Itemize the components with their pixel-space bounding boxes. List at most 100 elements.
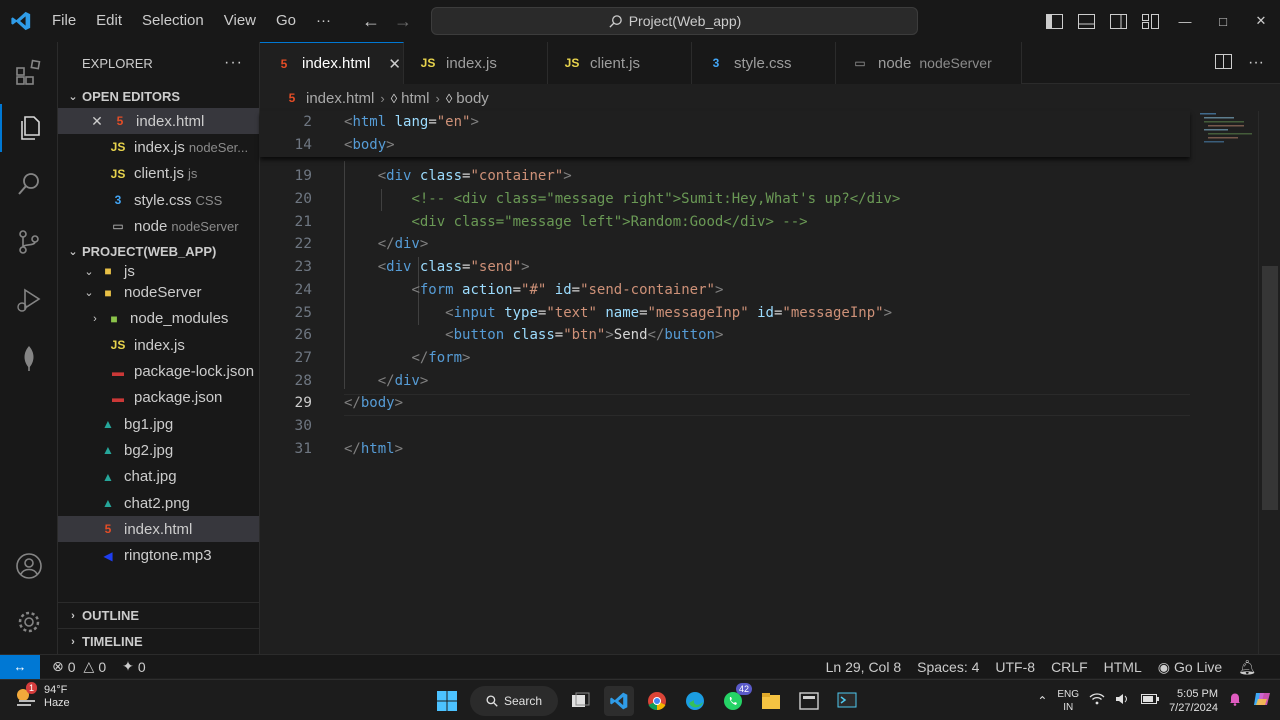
tab-style-css[interactable]: 3 style.css: [692, 42, 836, 84]
tree-file-selected[interactable]: 5 index.html: [58, 516, 259, 543]
code-line[interactable]: 29 </body>: [260, 392, 1190, 415]
more-actions-icon[interactable]: ···: [224, 54, 243, 72]
menu-edit[interactable]: Edit: [86, 0, 132, 42]
tree-file[interactable]: ◀ ringtone.mp3: [58, 542, 259, 568]
remote-indicator-icon[interactable]: ↔: [0, 654, 40, 679]
code-line[interactable]: 19 <div class="container">: [260, 165, 1190, 188]
code-line[interactable]: 21 <div class="message left">Random:Good…: [260, 210, 1190, 233]
volume-icon[interactable]: [1115, 693, 1131, 708]
tree-folder-nodeserver[interactable]: ⌄ ■ nodeServer: [58, 279, 259, 305]
breadcrumb-html[interactable]: html: [401, 90, 429, 107]
sticky-scroll[interactable]: 2 <html lang="en"> 14 <body>: [260, 111, 1190, 157]
tab-index-js[interactable]: JS index.js: [404, 42, 548, 84]
tree-folder-js[interactable]: ⌄ ■ js: [58, 263, 259, 279]
explorer-icon[interactable]: [0, 104, 58, 152]
code-editor[interactable]: 19 <div class="container"> 20 <!-- <div c…: [260, 111, 1280, 654]
code-line[interactable]: 25 <input type="text" name="messageInp" …: [260, 301, 1190, 324]
weather-widget[interactable]: 1 94°F Haze: [12, 682, 70, 710]
more-actions-icon[interactable]: ···: [1248, 54, 1264, 72]
code-line[interactable]: 20 <!-- <div class="message right">Sumit…: [260, 188, 1190, 211]
toggle-panel-icon[interactable]: [1076, 11, 1096, 31]
run-debug-icon[interactable]: [0, 276, 58, 324]
breadcrumb-body[interactable]: body: [456, 90, 489, 107]
source-control-icon[interactable]: [0, 218, 58, 266]
search-icon[interactable]: [0, 160, 58, 208]
open-editor-item[interactable]: ▭ node nodeServer: [58, 213, 259, 239]
notification-bell-icon[interactable]: [1228, 692, 1242, 709]
back-arrow-icon[interactable]: ←: [362, 11, 380, 32]
close-icon[interactable]: ✕: [1242, 0, 1280, 42]
extensions-icon[interactable]: [0, 48, 58, 96]
vscode-taskbar-icon[interactable]: [604, 686, 634, 716]
encoding[interactable]: UTF-8: [987, 659, 1043, 675]
code-line[interactable]: 24 <form action="#" id="send-container">: [260, 279, 1190, 302]
toggle-secondary-sidebar-icon[interactable]: [1108, 11, 1128, 31]
tree-file[interactable]: ▬ package-lock.json: [58, 358, 259, 384]
menu-more[interactable]: ···: [306, 0, 341, 42]
language-indicator[interactable]: ENG IN: [1057, 688, 1079, 714]
editor-scrollbar[interactable]: [1262, 266, 1278, 510]
open-editors-section[interactable]: ⌄ OPEN EDITORS: [58, 84, 259, 108]
calculator-app-icon[interactable]: [794, 686, 824, 716]
menu-selection[interactable]: Selection: [132, 0, 214, 42]
taskbar-search-button[interactable]: Search: [470, 686, 558, 716]
minimap[interactable]: [1196, 111, 1256, 171]
command-center[interactable]: Project(Web_app): [431, 7, 918, 35]
menu-file[interactable]: File: [42, 0, 86, 42]
close-editor-icon[interactable]: ✕: [88, 113, 106, 130]
toggle-primary-sidebar-icon[interactable]: [1044, 11, 1064, 31]
tree-file[interactable]: ▲ bg2.jpg: [58, 437, 259, 463]
forward-arrow-icon[interactable]: →: [394, 11, 412, 32]
chrome-icon[interactable]: [642, 686, 672, 716]
ports-indicator[interactable]: ✦ 0: [114, 658, 154, 675]
edge-icon[interactable]: [680, 686, 710, 716]
chevron-up-icon[interactable]: ⌃: [1037, 694, 1047, 708]
tree-file[interactable]: ▲ bg1.jpg: [58, 411, 259, 437]
tree-file[interactable]: ▲ chat2.png: [58, 490, 259, 516]
tree-file[interactable]: ▬ package.json: [58, 385, 259, 411]
mongodb-leaf-icon[interactable]: [0, 334, 58, 382]
open-editor-item[interactable]: 3 style.css CSS: [58, 187, 259, 213]
windows-start-icon[interactable]: [432, 686, 462, 716]
tree-folder-node-modules[interactable]: › ■ node_modules: [58, 306, 259, 332]
file-explorer-icon[interactable]: [756, 686, 786, 716]
menu-go[interactable]: Go: [266, 0, 306, 42]
open-editor-item[interactable]: ✕ 5 index.html: [58, 108, 259, 135]
code-line[interactable]: 27 </form>: [260, 347, 1190, 370]
code-line[interactable]: 31 </html>: [260, 437, 1190, 460]
go-live-button[interactable]: ◉ Go Live: [1150, 659, 1230, 676]
end-of-line[interactable]: CRLF: [1043, 659, 1096, 675]
breadcrumb-file[interactable]: index.html: [306, 90, 374, 107]
tab-close-icon[interactable]: ✕: [388, 55, 401, 73]
copilot-icon[interactable]: [1252, 689, 1272, 712]
code-line[interactable]: 23 <div class="send">: [260, 256, 1190, 279]
clock[interactable]: 5:05 PM 7/27/2024: [1169, 687, 1218, 715]
outline-section[interactable]: › OUTLINE: [58, 602, 260, 628]
sticky-line[interactable]: 2 <html lang="en">: [260, 111, 1190, 134]
minimize-icon[interactable]: —: [1166, 0, 1204, 42]
accounts-icon[interactable]: [0, 542, 58, 590]
maximize-icon[interactable]: □: [1204, 0, 1242, 42]
cursor-position[interactable]: Ln 29, Col 8: [818, 659, 910, 675]
wifi-icon[interactable]: [1089, 693, 1105, 708]
language-mode[interactable]: HTML: [1096, 659, 1150, 675]
timeline-section[interactable]: › TIMELINE: [58, 628, 260, 654]
menu-view[interactable]: View: [214, 0, 266, 42]
tab-node-terminal[interactable]: ▭ node nodeServer: [836, 42, 1022, 84]
tab-index-html[interactable]: 5 index.html ✕: [260, 42, 404, 84]
open-editor-item[interactable]: JS client.js js: [58, 161, 259, 187]
code-line[interactable]: 30: [260, 415, 1190, 438]
tree-file[interactable]: ▲ chat.jpg: [58, 464, 259, 490]
sticky-line[interactable]: 14 <body>: [260, 134, 1190, 157]
customize-layout-icon[interactable]: [1140, 11, 1160, 31]
problems-indicator[interactable]: ⊗ 0 △ 0: [44, 658, 114, 675]
tab-client-js[interactable]: JS client.js: [548, 42, 692, 84]
indentation[interactable]: Spaces: 4: [909, 659, 987, 675]
project-section[interactable]: ⌄ PROJECT(WEB_APP): [58, 239, 259, 263]
whatsapp-icon[interactable]: 42: [718, 683, 752, 716]
battery-icon[interactable]: [1141, 694, 1160, 707]
open-editor-item[interactable]: JS index.js nodeSer...: [58, 134, 259, 160]
tree-file[interactable]: JS index.js: [58, 332, 259, 358]
code-line[interactable]: 26 <button class="btn">Send</button>: [260, 324, 1190, 347]
code-line[interactable]: 28 </div>: [260, 369, 1190, 392]
